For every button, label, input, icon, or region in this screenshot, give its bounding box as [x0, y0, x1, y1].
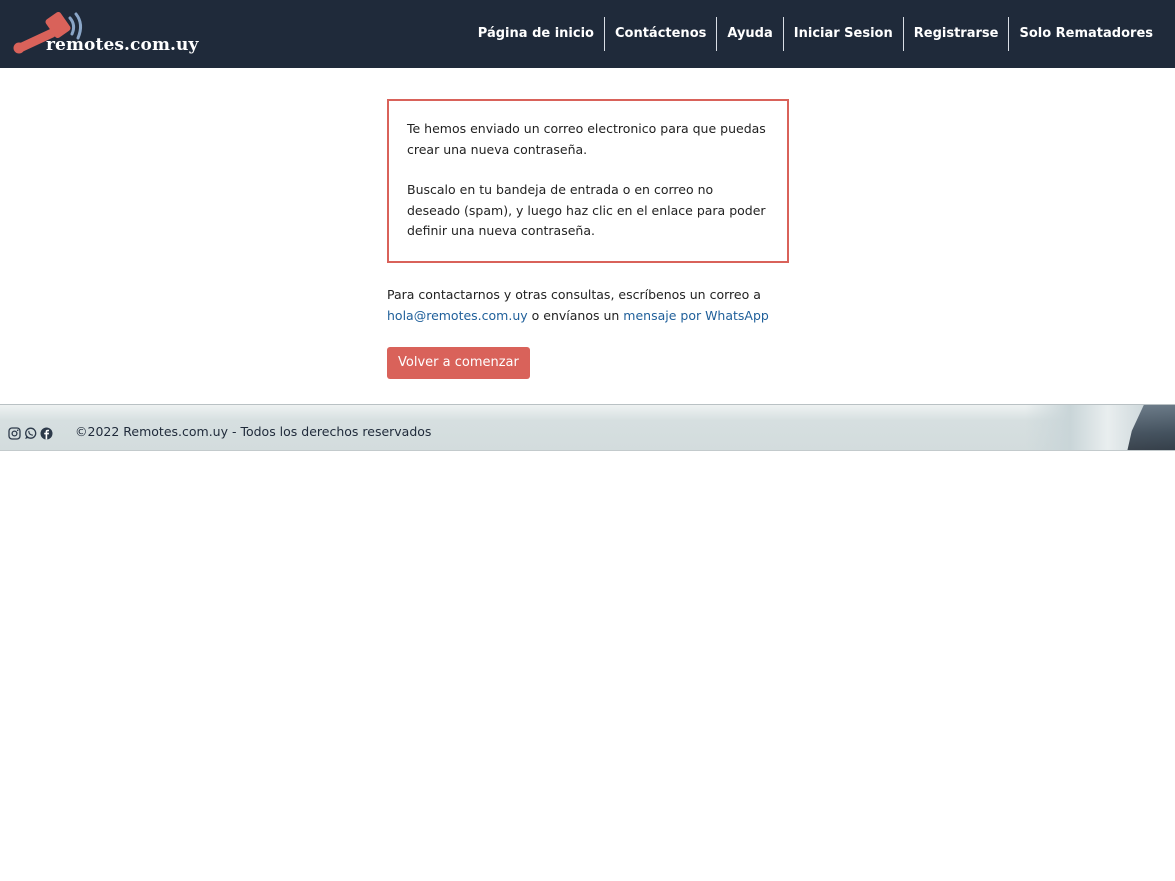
nav-help[interactable]: Ayuda: [717, 17, 782, 51]
nav-contact[interactable]: Contáctenos: [605, 17, 716, 51]
nav-register[interactable]: Registrarse: [904, 17, 1009, 51]
instagram-icon[interactable]: [8, 425, 21, 440]
social-icons: [8, 425, 53, 440]
whatsapp-icon[interactable]: [24, 425, 37, 439]
nav-home[interactable]: Página de inicio: [468, 17, 604, 51]
main-content: Te hemos enviado un correo electronico p…: [387, 99, 789, 379]
email-sent-notice: Te hemos enviado un correo electronico p…: [387, 99, 789, 263]
contact-info: Para contactarnos y otras consultas, esc…: [387, 284, 789, 326]
footer-photo-figure: [1127, 405, 1175, 450]
logo-text: remotes.com.uy: [46, 35, 199, 55]
footer: ©2022 Remotes.com.uy - Todos los derecho…: [0, 404, 1175, 451]
copyright-text: ©2022 Remotes.com.uy - Todos los derecho…: [75, 424, 432, 439]
main-nav: Página de inicio Contáctenos Ayuda Inici…: [468, 17, 1163, 51]
nav-auctioneers[interactable]: Solo Rematadores: [1009, 17, 1163, 51]
contact-text-middle: o envíanos un: [527, 308, 624, 323]
notice-paragraph-2: Buscalo en tu bandeja de entrada o en co…: [407, 182, 766, 238]
nav-login[interactable]: Iniciar Sesion: [784, 17, 903, 51]
site-logo[interactable]: remotes.com.uy: [12, 8, 198, 60]
top-navbar: remotes.com.uy Página de inicio Contácte…: [0, 0, 1175, 68]
facebook-icon[interactable]: [40, 425, 53, 440]
footer-decorative-photo: [1025, 405, 1175, 450]
notice-paragraph-1: Te hemos enviado un correo electronico p…: [407, 121, 766, 157]
email-link[interactable]: hola@remotes.com.uy: [387, 308, 528, 323]
restart-button[interactable]: Volver a comenzar: [387, 347, 530, 379]
whatsapp-link[interactable]: mensaje por WhatsApp: [623, 308, 769, 323]
contact-text-before: Para contactarnos y otras consultas, esc…: [387, 287, 761, 302]
